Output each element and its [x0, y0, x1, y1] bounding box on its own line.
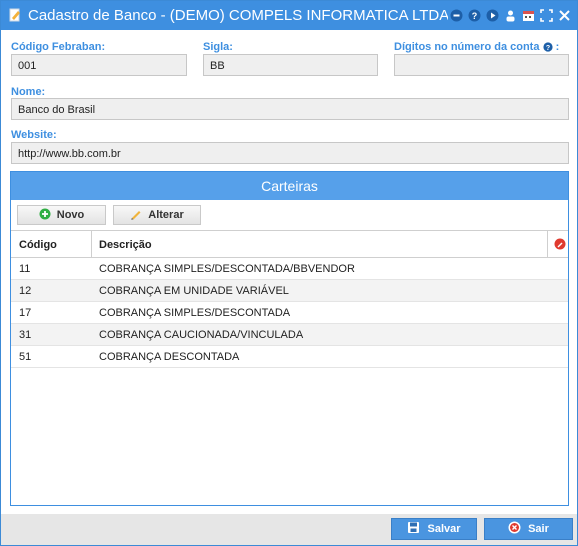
table-row[interactable]: 31 COBRANÇA CAUCIONADA/VINCULADA	[11, 324, 568, 346]
cadastro-banco-window: Cadastro de Banco - (DEMO) COMPELS INFOR…	[0, 0, 578, 546]
table-row[interactable]: 11 COBRANÇA SIMPLES/DESCONTADA/BBVENDOR	[11, 258, 568, 280]
cell-descricao: COBRANÇA DESCONTADA	[99, 351, 240, 363]
table-row[interactable]: 51 COBRANÇA DESCONTADA	[11, 346, 568, 368]
edit-columns-icon[interactable]	[554, 238, 566, 250]
column-header-descricao[interactable]: Descrição	[99, 239, 152, 251]
sigla-label: Sigla:	[203, 41, 233, 53]
add-circle-icon	[39, 208, 51, 223]
sair-label: Sair	[528, 523, 549, 535]
website-field[interactable]: http://www.bb.com.br	[11, 142, 569, 164]
nome-label: Nome:	[11, 86, 46, 98]
table-row[interactable]: 17 COBRANÇA SIMPLES/DESCONTADA	[11, 302, 568, 324]
column-divider	[91, 231, 92, 258]
salvar-label: Salvar	[427, 523, 461, 535]
pencil-icon	[130, 208, 142, 223]
cell-descricao: COBRANÇA SIMPLES/DESCONTADA/BBVENDOR	[99, 263, 355, 275]
cell-codigo: 11	[19, 263, 31, 275]
website-label: Website:	[11, 129, 57, 141]
close-icon[interactable]	[557, 8, 571, 22]
carteiras-grid: Código Descrição 11 COBRANÇA SIMPLES/DES…	[11, 230, 568, 368]
save-icon	[407, 521, 420, 537]
title-bar[interactable]: Cadastro de Banco - (DEMO) COMPELS INFOR…	[1, 1, 577, 30]
alterar-label: Alterar	[148, 209, 184, 221]
calendar-icon[interactable]	[521, 8, 535, 22]
carteiras-panel: Carteiras Novo Alterar Código Descrição	[10, 171, 569, 506]
grid-header: Código Descrição	[11, 230, 568, 258]
maximize-icon[interactable]	[539, 8, 553, 22]
footer-bar: Salvar Sair	[1, 514, 577, 545]
sigla-field[interactable]: BB	[203, 54, 378, 76]
novo-label: Novo	[56, 209, 85, 221]
svg-text:?: ?	[471, 11, 477, 21]
play-icon[interactable]	[485, 8, 499, 22]
table-row[interactable]: 12 COBRANÇA EM UNIDADE VARIÁVEL	[11, 280, 568, 302]
exit-icon	[508, 521, 521, 537]
codigo-febraban-label: Código Febraban:	[11, 41, 106, 53]
nome-field[interactable]: Banco do Brasil	[11, 98, 569, 120]
cell-codigo: 31	[19, 329, 32, 341]
help-icon[interactable]: ?	[467, 8, 481, 22]
cell-descricao: COBRANÇA SIMPLES/DESCONTADA	[99, 307, 291, 319]
digitos-label: Dígitos no número da conta	[394, 41, 540, 53]
digitos-label-group: Dígitos no número da conta ? :	[394, 41, 559, 55]
sair-button[interactable]: Sair	[484, 518, 573, 540]
cell-codigo: 12	[19, 285, 32, 297]
user-icon[interactable]	[503, 8, 517, 22]
digitos-label-suffix: :	[555, 41, 560, 53]
carteiras-title: Carteiras	[11, 172, 568, 200]
alterar-button[interactable]: Alterar	[113, 205, 201, 225]
svg-text:?: ?	[545, 45, 549, 52]
window-title: Cadastro de Banco - (DEMO) COMPELS INFOR…	[28, 7, 448, 24]
edit-document-icon	[8, 8, 22, 22]
codigo-febraban-field[interactable]: 001	[11, 54, 187, 76]
cell-codigo: 17	[19, 307, 32, 319]
digitos-field[interactable]	[394, 54, 569, 76]
salvar-button[interactable]: Salvar	[391, 518, 477, 540]
cell-descricao: COBRANÇA CAUCIONADA/VINCULADA	[99, 329, 304, 341]
minimize-circle-icon[interactable]	[449, 8, 463, 22]
column-header-codigo[interactable]: Código	[19, 239, 57, 251]
cell-codigo: 51	[19, 351, 32, 363]
novo-button[interactable]: Novo	[17, 205, 106, 225]
column-divider	[547, 231, 548, 258]
cell-descricao: COBRANÇA EM UNIDADE VARIÁVEL	[99, 285, 289, 297]
